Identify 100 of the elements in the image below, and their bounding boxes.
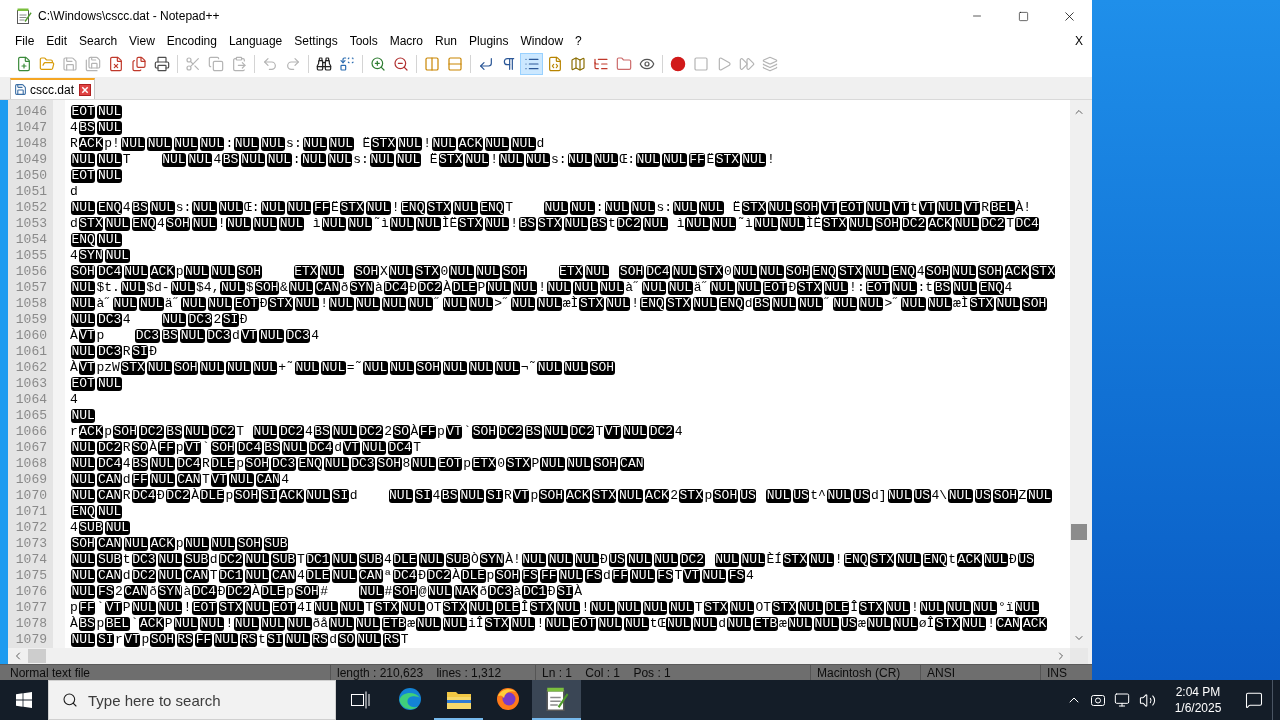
code-text: T xyxy=(1006,215,1014,234)
control-code-badge: NUL xyxy=(832,297,858,311)
menu-item[interactable]: Run xyxy=(429,32,464,51)
clock-button[interactable]: 2:04 PM 1/6/2025 xyxy=(1160,680,1236,720)
code-text: ä˝ xyxy=(693,279,710,298)
code-text: æ xyxy=(407,615,416,634)
scrollbar-thumb[interactable] xyxy=(1071,524,1087,540)
control-code-badge: NUL xyxy=(71,409,96,423)
control-code-badge: ACK xyxy=(78,425,104,439)
control-code-badge: DLE xyxy=(305,569,331,583)
control-code-badge: NUL xyxy=(442,361,467,375)
control-code-badge: NUL xyxy=(701,569,727,583)
code-text: 4 xyxy=(281,471,290,490)
menu-item[interactable]: Macro xyxy=(383,32,429,51)
control-code-badge: NUL xyxy=(972,601,997,615)
control-code-badge: NUL xyxy=(937,201,962,215)
menu-item[interactable]: Encoding xyxy=(160,32,223,51)
control-code-badge: DC3 xyxy=(271,457,296,471)
code-text: OT xyxy=(425,599,442,618)
code-text: d xyxy=(209,551,218,570)
menu-item[interactable]: View xyxy=(123,32,161,51)
control-code-badge: SUB xyxy=(271,553,296,567)
code-text: æ xyxy=(858,615,866,634)
control-code-badge: VT xyxy=(918,201,936,215)
control-code-badge: NUL xyxy=(287,617,312,631)
monitor-icon xyxy=(1114,692,1130,708)
control-code-badge: ACK xyxy=(458,137,483,151)
code-text: à xyxy=(183,583,192,602)
line-number: 1049 xyxy=(15,152,47,168)
control-code-badge: STX xyxy=(458,217,483,231)
control-code-badge: NUL xyxy=(901,297,926,311)
window-title: C:\Windows\cscc.dat - Notepad++ xyxy=(38,8,220,25)
control-code-badge: SI xyxy=(556,585,574,599)
menu-item[interactable]: Search xyxy=(73,32,124,51)
control-code-badge: NUL xyxy=(213,633,239,647)
menu-item[interactable]: ? xyxy=(569,32,588,51)
control-code-badge: NUL xyxy=(71,633,96,647)
line-number: 1068 xyxy=(15,456,47,472)
control-code-badge: NUL xyxy=(131,601,157,615)
control-code-badge: VT xyxy=(105,601,122,615)
code-text: 4 xyxy=(122,455,131,474)
control-code-badge: NUL xyxy=(954,217,979,231)
control-code-badge: NUL xyxy=(449,265,474,279)
control-code-badge: VT xyxy=(892,201,909,215)
code-text: p xyxy=(286,583,294,602)
control-code-badge: SOH xyxy=(254,281,280,295)
control-code-badge: SOH xyxy=(925,265,950,279)
menu-item[interactable]: File xyxy=(9,32,41,51)
code-text: P xyxy=(531,455,540,474)
control-code-badge: ACK xyxy=(927,217,953,231)
code-text: 2 xyxy=(213,311,222,330)
control-code-badge: NUL xyxy=(495,361,520,375)
control-code-badge: DC4 xyxy=(645,265,671,279)
control-code-badge: FF xyxy=(195,633,212,647)
code-text: ! xyxy=(217,215,226,234)
close-document-button[interactable]: X xyxy=(1073,32,1085,51)
control-code-badge: VT xyxy=(820,201,838,215)
code-text: t xyxy=(257,631,266,648)
control-code-badge: NUL xyxy=(948,489,973,503)
menu-item[interactable]: Window xyxy=(514,32,570,51)
control-code-badge: SOH xyxy=(416,361,441,375)
code-text: & xyxy=(280,279,288,298)
control-code-badge: NUL xyxy=(826,489,852,503)
control-code-badge: STX xyxy=(218,601,244,615)
control-code-badge: NUL xyxy=(594,153,619,167)
control-code-badge: RS xyxy=(176,633,194,647)
menu-item[interactable]: Tools xyxy=(343,32,384,51)
status-text: Normal text file xyxy=(10,665,91,680)
menu-item[interactable]: Edit xyxy=(40,32,74,51)
code-text: d xyxy=(70,215,78,234)
control-code-badge: DC1 xyxy=(305,553,331,567)
control-code-badge: NUL xyxy=(71,553,96,567)
control-code-badge: DC2 xyxy=(226,585,251,599)
control-code-badge: NUL xyxy=(416,617,441,631)
status-text: Ln : 1 Col : 1 Pos : 1 xyxy=(542,665,671,680)
control-code-badge: NUL xyxy=(864,265,890,279)
menu-item[interactable]: Language xyxy=(222,32,289,51)
menu-item[interactable]: Settings xyxy=(288,32,344,51)
taskbar-app-button[interactable] xyxy=(532,680,581,720)
control-code-badge: NUL xyxy=(356,633,382,647)
control-code-badge: SOH xyxy=(237,265,262,279)
control-code-badge: NUL xyxy=(234,137,259,151)
control-code-badge: ENQ xyxy=(979,281,1004,295)
control-code-badge: NUL xyxy=(173,137,199,151)
control-code-badge: DC4 xyxy=(176,457,202,471)
control-code-badge: NUL xyxy=(71,457,96,471)
control-code-badge: NUL xyxy=(584,265,610,279)
code-text: $ xyxy=(245,279,254,298)
code-text: Ë xyxy=(732,199,741,217)
control-code-badge: NUL xyxy=(321,217,346,231)
code-text: øÎ xyxy=(918,615,935,634)
menu-item[interactable]: Plugins xyxy=(463,32,515,51)
scrollbar-thumb[interactable] xyxy=(28,649,46,663)
control-code-badge: DLE xyxy=(495,601,520,615)
file-tab[interactable]: cscc.dat xyxy=(10,78,95,99)
control-code-badge: NUL xyxy=(71,585,96,599)
control-code-badge: SOH xyxy=(619,265,644,279)
control-code-badge: NUL xyxy=(245,601,270,615)
search-field[interactable]: Type here to search xyxy=(48,680,336,720)
control-code-badge: NUL xyxy=(363,361,388,375)
